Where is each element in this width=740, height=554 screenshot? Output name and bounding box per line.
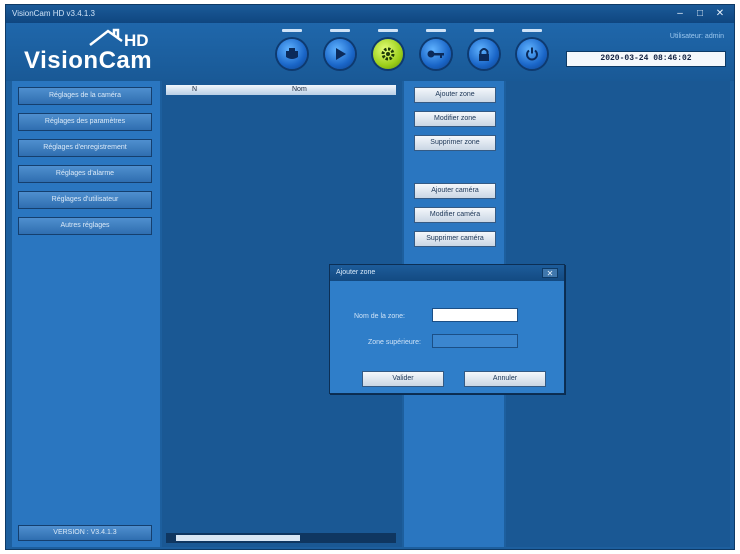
power-icon [526, 47, 538, 61]
zone-name-label: Nom de la zone: [354, 313, 405, 320]
logo-brand: VisionCam [24, 47, 153, 74]
toolbar-settings-button[interactable] [372, 29, 404, 75]
list-header: N Nom [166, 85, 396, 95]
column-header-number[interactable]: N [192, 85, 197, 95]
minimize-button[interactable]: – [672, 8, 688, 20]
add-zone-dialog: Ajouter zone ✕ Nom de la zone: Zone supé… [329, 264, 565, 394]
title-bar[interactable]: VisionCam HD v3.4.1.3 – □ ✕ [6, 5, 734, 23]
parent-zone-label: Zone supérieure: [368, 339, 421, 346]
toolbar-camera-button[interactable] [276, 29, 308, 75]
add-camera-button[interactable]: Ajouter caméra [414, 183, 496, 199]
logo-hd: HD [124, 31, 149, 50]
modify-camera-button[interactable]: Modifier caméra [414, 207, 496, 223]
modify-zone-button[interactable]: Modifier zone [414, 111, 496, 127]
sidebar-item-parameter-settings[interactable]: Réglages des paramètres [18, 113, 152, 131]
dialog-title: Ajouter zone [336, 269, 376, 276]
datetime-display: 2020-03-24 08:46:02 [566, 51, 726, 67]
toolbar-playback-button[interactable] [324, 29, 356, 75]
column-header-name[interactable]: Nom [292, 85, 307, 95]
version-label: VERSION : V3.4.1.3 [18, 525, 152, 541]
user-label: Utilisateur: admin [669, 33, 724, 40]
sidebar-item-user-settings[interactable]: Réglages d'utilisateur [18, 191, 152, 209]
sidebar-item-other-settings[interactable]: Autres réglages [18, 217, 152, 235]
close-button[interactable]: ✕ [712, 8, 728, 20]
toolbar-lock-button[interactable] [468, 29, 500, 75]
dialog-cancel-button[interactable]: Annuler [464, 371, 546, 387]
dialog-title-bar[interactable]: Ajouter zone ✕ [330, 265, 564, 281]
play-icon [336, 48, 346, 60]
window-title: VisionCam HD v3.4.1.3 [12, 9, 95, 18]
maximize-button[interactable]: □ [692, 8, 708, 20]
lock-icon [479, 47, 489, 61]
dialog-close-button[interactable]: ✕ [542, 268, 558, 278]
dialog-ok-button[interactable]: Valider [362, 371, 444, 387]
gear-icon [381, 47, 395, 61]
sidebar-item-alarm-settings[interactable]: Réglages d'alarme [18, 165, 152, 183]
settings-sidebar: Réglages de la caméra Réglages des param… [12, 81, 160, 547]
zone-name-input[interactable] [432, 308, 518, 322]
sidebar-item-recording-settings[interactable]: Réglages d'enregistrement [18, 139, 152, 157]
toolbar-key-button[interactable] [420, 29, 452, 75]
horizontal-scrollbar[interactable] [166, 533, 396, 543]
header: VisionCam HD Utilisateur: admin 2020-03-… [6, 23, 734, 81]
delete-camera-button[interactable]: Supprimer caméra [414, 231, 496, 247]
add-zone-button[interactable]: Ajouter zone [414, 87, 496, 103]
toolbar-power-button[interactable] [516, 29, 548, 75]
parent-zone-input[interactable] [432, 334, 518, 348]
key-icon [427, 50, 444, 58]
camera-icon [286, 48, 298, 59]
sidebar-item-camera-settings[interactable]: Réglages de la caméra [18, 87, 152, 105]
delete-zone-button[interactable]: Supprimer zone [414, 135, 496, 151]
scrollbar-thumb[interactable] [176, 535, 300, 541]
